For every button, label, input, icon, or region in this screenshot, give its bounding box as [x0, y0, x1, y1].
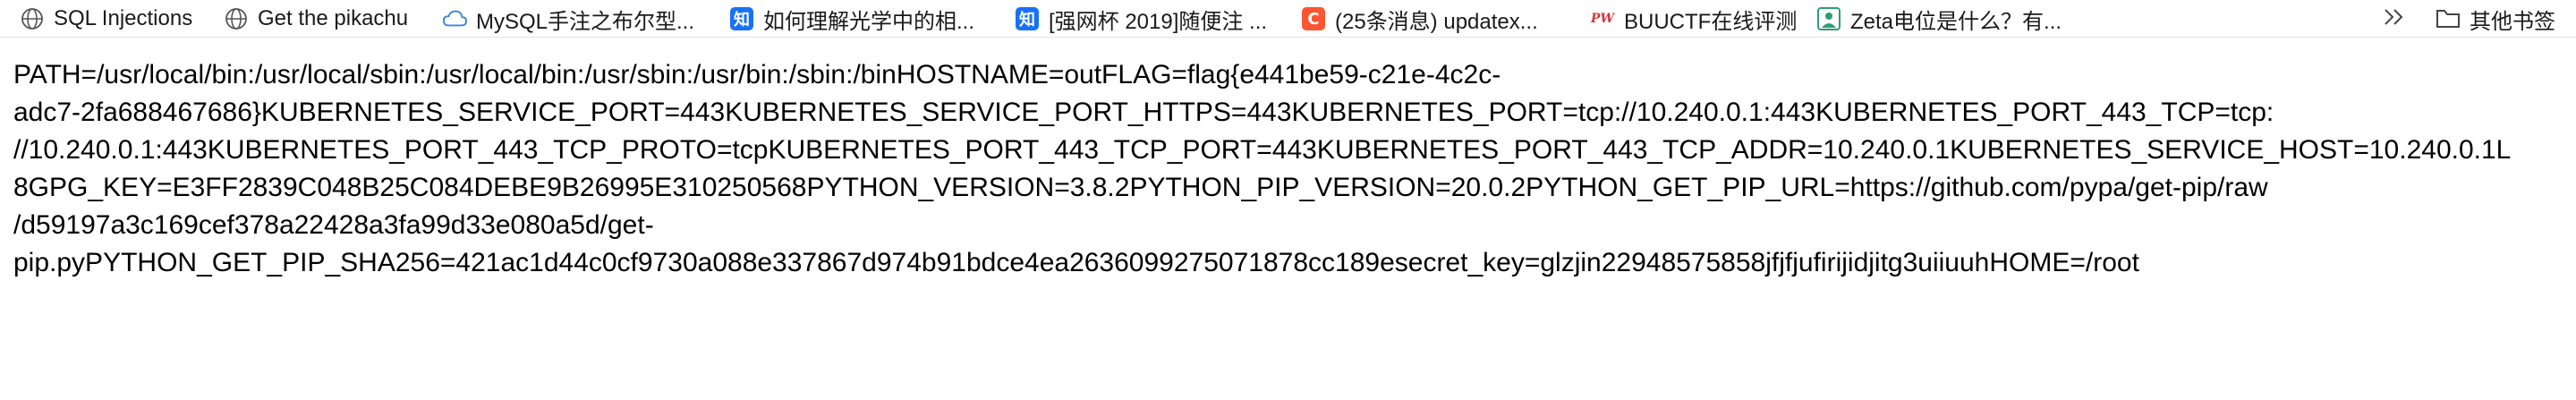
csdn-icon: C [1301, 6, 1326, 31]
bookmark-zeta[interactable]: Zeta电位是什么？有... [1816, 0, 2062, 38]
bookmarks-bar: SQL Injections Get the pikachu MySQL手注之布… [0, 0, 2576, 38]
other-bookmarks-label: 其他书签 [2470, 9, 2555, 34]
bookmark-label: BUUCTF在线评测 [1624, 9, 1798, 34]
text-line: //10.240.0.1:443KUBERNETES_PORT_443_TCP_… [13, 135, 2512, 165]
person-icon [1816, 6, 1841, 31]
bookmark-label: Zeta电位是什么？有... [1850, 9, 2062, 34]
bookmark-label: [强网杯 2019]随便注 ... [1049, 9, 1268, 34]
cloud-icon [442, 6, 467, 31]
bookmark-label: SQL Injections [54, 6, 193, 30]
bookmark-label: (25条消息) updatex... [1335, 9, 1538, 34]
text-line: adc7-2fa688467686}KUBERNETES_SERVICE_POR… [13, 98, 2274, 127]
bookmark-mysql[interactable]: MySQL手注之布尔型... [442, 0, 694, 38]
text-line: 8GPG_KEY=E3FF2839C048B25C084DEBE9B26995E… [13, 173, 2268, 202]
bookmark-qwb-2019[interactable]: 知 [强网杯 2019]随便注 ... [1015, 0, 1267, 38]
zhihu-icon: 知 [1015, 6, 1040, 31]
globe-icon [224, 6, 249, 31]
bookmark-get-the-pikachu[interactable]: Get the pikachu [224, 0, 408, 38]
text-line: /d59197a3c169cef378a22428a3fa99d33e080a5… [13, 210, 654, 240]
folder-icon [2436, 6, 2461, 31]
page-content: PATH=/usr/local/bin:/usr/local/sbin:/usr… [13, 56, 2563, 282]
buuctf-icon: PW [1590, 12, 1615, 26]
bookmark-sql-injections[interactable]: SQL Injections [20, 0, 192, 38]
text-line: PATH=/usr/local/bin:/usr/local/sbin:/usr… [13, 60, 1501, 89]
bookmark-buuctf[interactable]: PW BUUCTF在线评测 [1590, 0, 1797, 38]
bookmark-csdn-updatexml[interactable]: C (25条消息) updatex... [1301, 0, 1538, 38]
text-line: pip.pyPYTHON_GET_PIP_SHA256=421ac1d44c0c… [13, 248, 2139, 277]
bookmark-label: Get the pikachu [258, 6, 409, 30]
bookmarks-overflow-button[interactable] [2376, 0, 2412, 38]
double-chevron-right-icon [2383, 7, 2406, 31]
globe-icon [20, 6, 45, 31]
bookmark-zhihu-optics[interactable]: 知 如何理解光学中的相... [729, 0, 974, 38]
zhihu-icon: 知 [729, 6, 754, 31]
bookmark-label: MySQL手注之布尔型... [476, 9, 695, 34]
bookmark-label: 如何理解光学中的相... [763, 9, 975, 34]
other-bookmarks-folder[interactable]: 其他书签 [2436, 0, 2555, 38]
